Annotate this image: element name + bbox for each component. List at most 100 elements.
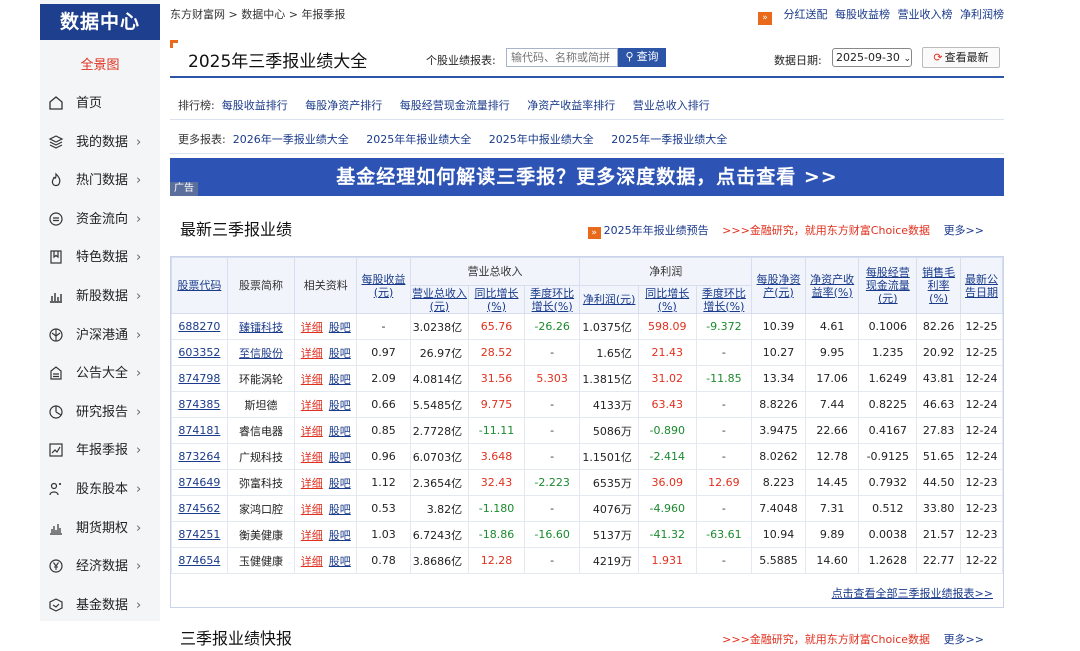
rank-link-bvps[interactable]: 每股净资产排行 xyxy=(305,99,382,112)
report-link-2025interim[interactable]: 2025年中报业绩大全 xyxy=(489,133,594,146)
table-row: 874562 家鸿口腔 详细 股吧 0.53 3.82亿 -1.180-4076万 -4.96… xyxy=(171,495,1003,522)
guba-link[interactable]: 股吧 xyxy=(329,425,351,438)
guba-link[interactable]: 股吧 xyxy=(329,321,351,334)
view-all-q3-link[interactable]: 点击查看全部三季报业绩报表>> xyxy=(832,587,993,600)
guba-link[interactable]: 股吧 xyxy=(329,555,351,568)
table-row: 874654 玉健健康 详细 股吧 0.78 3.8686亿 12.28-4219万 1.93… xyxy=(171,547,1003,574)
sidebar-item-8[interactable]: 研究报告 › xyxy=(40,400,160,426)
date-select[interactable]: 2025-09-30 ⌄ xyxy=(832,48,912,67)
cell-code[interactable]: 688270 xyxy=(171,313,228,340)
link-revenue-rank[interactable]: 营业收入榜 xyxy=(898,8,953,21)
cell-code[interactable]: 603352 xyxy=(171,339,228,366)
panorama-link[interactable]: 全景图 xyxy=(40,52,160,80)
breadcrumb-current[interactable]: 年报季报 xyxy=(301,8,345,21)
cell-related: 详细 股吧 xyxy=(294,443,358,470)
rank-link-ocf[interactable]: 每股经营现金流量排行 xyxy=(400,99,510,112)
detail-link[interactable]: 详细 xyxy=(301,451,323,464)
sidebar-item-9[interactable]: 年报季报 › xyxy=(40,438,160,464)
th-code[interactable]: 股票代码 xyxy=(171,257,228,314)
link-eps-rank[interactable]: 每股收益榜 xyxy=(835,8,890,21)
detail-link[interactable]: 详细 xyxy=(301,555,323,568)
cell-code[interactable]: 874654 xyxy=(171,547,228,574)
more-link[interactable]: 更多>> xyxy=(944,633,984,646)
detail-link[interactable]: 详细 xyxy=(301,321,323,334)
sidebar-item-1[interactable]: 我的数据 › xyxy=(40,130,160,156)
th-np-yoy[interactable]: 同比增长(%) xyxy=(637,285,697,314)
sidebar-item-6[interactable]: 沪深港通 › xyxy=(40,323,160,349)
detail-link[interactable]: 详细 xyxy=(301,529,323,542)
promo-banner[interactable]: 基金经理如何解读三季报？更多深度数据，点击查看 >> 广告 xyxy=(170,158,1004,196)
cell-bvps: 7.4048 xyxy=(751,495,806,522)
th-bvps[interactable]: 每股净资产(元) xyxy=(751,257,806,314)
sidebar-item-4[interactable]: 特色数据 › xyxy=(40,245,160,271)
sidebar-item-12[interactable]: 经济数据 › xyxy=(40,554,160,580)
sidebar-item-5[interactable]: 新股数据 › xyxy=(40,284,160,310)
th-revenue-group: 营业总收入 xyxy=(409,257,581,286)
detail-link[interactable]: 详细 xyxy=(301,425,323,438)
stock-search-input[interactable] xyxy=(506,48,618,67)
guba-link[interactable]: 股吧 xyxy=(329,451,351,464)
sidebar-item-7[interactable]: 公告大全 › xyxy=(40,361,160,387)
detail-link[interactable]: 详细 xyxy=(301,373,323,386)
sidebar-item-0[interactable]: 首页 xyxy=(40,91,160,117)
th-ocf[interactable]: 每股经营现金流量(元) xyxy=(858,257,918,314)
more-link[interactable]: 更多>> xyxy=(944,224,984,237)
detail-link[interactable]: 详细 xyxy=(301,347,323,360)
sidebar-item-13[interactable]: 基金数据 › xyxy=(40,593,160,619)
rank-link-eps[interactable]: 每股收益排行 xyxy=(222,99,288,112)
guba-link[interactable]: 股吧 xyxy=(329,373,351,386)
breadcrumb-home[interactable]: 东方财富网 xyxy=(170,8,225,21)
th-np[interactable]: 净利润(元) xyxy=(579,285,639,314)
cell-eps: 0.97 xyxy=(356,339,411,366)
cell-code[interactable]: 874181 xyxy=(171,417,228,444)
report-link-2025annual[interactable]: 2025年年报业绩大全 xyxy=(366,133,471,146)
choice-link[interactable]: >>>金融研究，就用东方财富Choice数据 xyxy=(722,224,930,237)
detail-link[interactable]: 详细 xyxy=(301,399,323,412)
cell-code[interactable]: 874562 xyxy=(171,495,228,522)
th-rev-total[interactable]: 营业总收入(元) xyxy=(409,285,470,314)
sidebar-item-11[interactable]: 期货期权 › xyxy=(40,516,160,542)
cell-eps: 0.85 xyxy=(356,417,411,444)
rank-link-revenue[interactable]: 营业总收入排行 xyxy=(633,99,710,112)
guba-link[interactable]: 股吧 xyxy=(329,477,351,490)
guba-link[interactable]: 股吧 xyxy=(329,347,351,360)
rank-link-roe[interactable]: 净资产收益率排行 xyxy=(527,99,615,112)
cell-date: 12-25 xyxy=(960,339,1003,366)
section-links: >>>金融研究，就用东方财富Choice数据 更多>> xyxy=(712,631,984,647)
th-np-qoq[interactable]: 季度环比增长(%) xyxy=(695,285,753,314)
cell-code[interactable]: 874649 xyxy=(171,469,228,496)
guba-link[interactable]: 股吧 xyxy=(329,503,351,516)
cell-gm: 27.83 xyxy=(916,417,961,444)
data-center-logo[interactable]: 数据中心 xyxy=(40,4,160,40)
cell-code[interactable]: 874385 xyxy=(171,391,228,418)
cell-name[interactable]: 至信股份 xyxy=(226,339,296,366)
th-eps[interactable]: 每股收益(元) xyxy=(356,257,411,314)
breadcrumb-datacenter[interactable]: 数据中心 xyxy=(241,8,285,21)
detail-link[interactable]: 详细 xyxy=(301,477,323,490)
guba-link[interactable]: 股吧 xyxy=(329,529,351,542)
cell-code[interactable]: 874798 xyxy=(171,365,228,392)
refresh-button[interactable]: ⟳ 查看最新 xyxy=(922,47,1000,68)
sidebar-item-10[interactable]: 股东股本 › xyxy=(40,477,160,503)
search-button[interactable]: ⚲ 查询 xyxy=(618,48,666,67)
sidebar-item-3[interactable]: 资金流向 › xyxy=(40,207,160,233)
banner-text[interactable]: 基金经理如何解读三季报？更多深度数据，点击查看 >> xyxy=(170,158,1004,196)
cell-gm: 44.50 xyxy=(916,469,961,496)
detail-link[interactable]: 详细 xyxy=(301,503,323,516)
cell-code[interactable]: 874251 xyxy=(171,521,228,548)
report-link-2025q1[interactable]: 2025年一季报业绩大全 xyxy=(611,133,727,146)
link-dividend[interactable]: 分红送配 xyxy=(784,8,828,21)
choice-link[interactable]: >>>金融研究，就用东方财富Choice数据 xyxy=(722,633,930,646)
forecast-link[interactable]: 2025年年报业绩预告 xyxy=(604,224,709,237)
th-gm[interactable]: 销售毛利率(%) xyxy=(916,257,961,314)
th-rev-qoq[interactable]: 季度环比增长(%) xyxy=(523,285,581,314)
sidebar-item-2[interactable]: 热门数据 › xyxy=(40,168,160,194)
th-rev-yoy[interactable]: 同比增长(%) xyxy=(468,285,525,314)
link-netprofit-rank[interactable]: 净利润榜 xyxy=(960,8,1004,21)
guba-link[interactable]: 股吧 xyxy=(329,399,351,412)
cell-name[interactable]: 臻镭科技 xyxy=(226,313,296,340)
cell-code[interactable]: 873264 xyxy=(171,443,228,470)
th-date[interactable]: 最新公告日期 xyxy=(960,257,1003,314)
report-link-2026q1[interactable]: 2026年一季报业绩大全 xyxy=(233,133,349,146)
th-roe[interactable]: 净资产收益率(%) xyxy=(804,257,860,314)
